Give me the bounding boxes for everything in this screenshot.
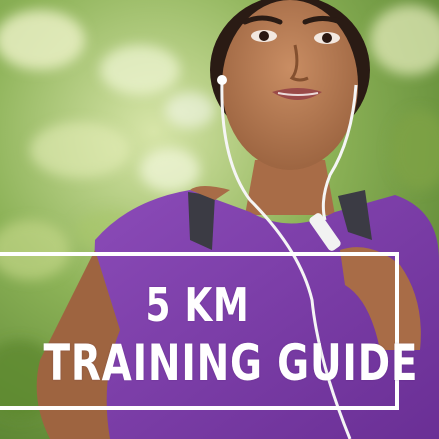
headline-distance: 5 KM [145,278,250,332]
face [222,0,358,170]
hero-image: 5 KM TRAINING GUIDE [0,0,439,439]
headline-guide: TRAINING GUIDE [43,334,419,392]
